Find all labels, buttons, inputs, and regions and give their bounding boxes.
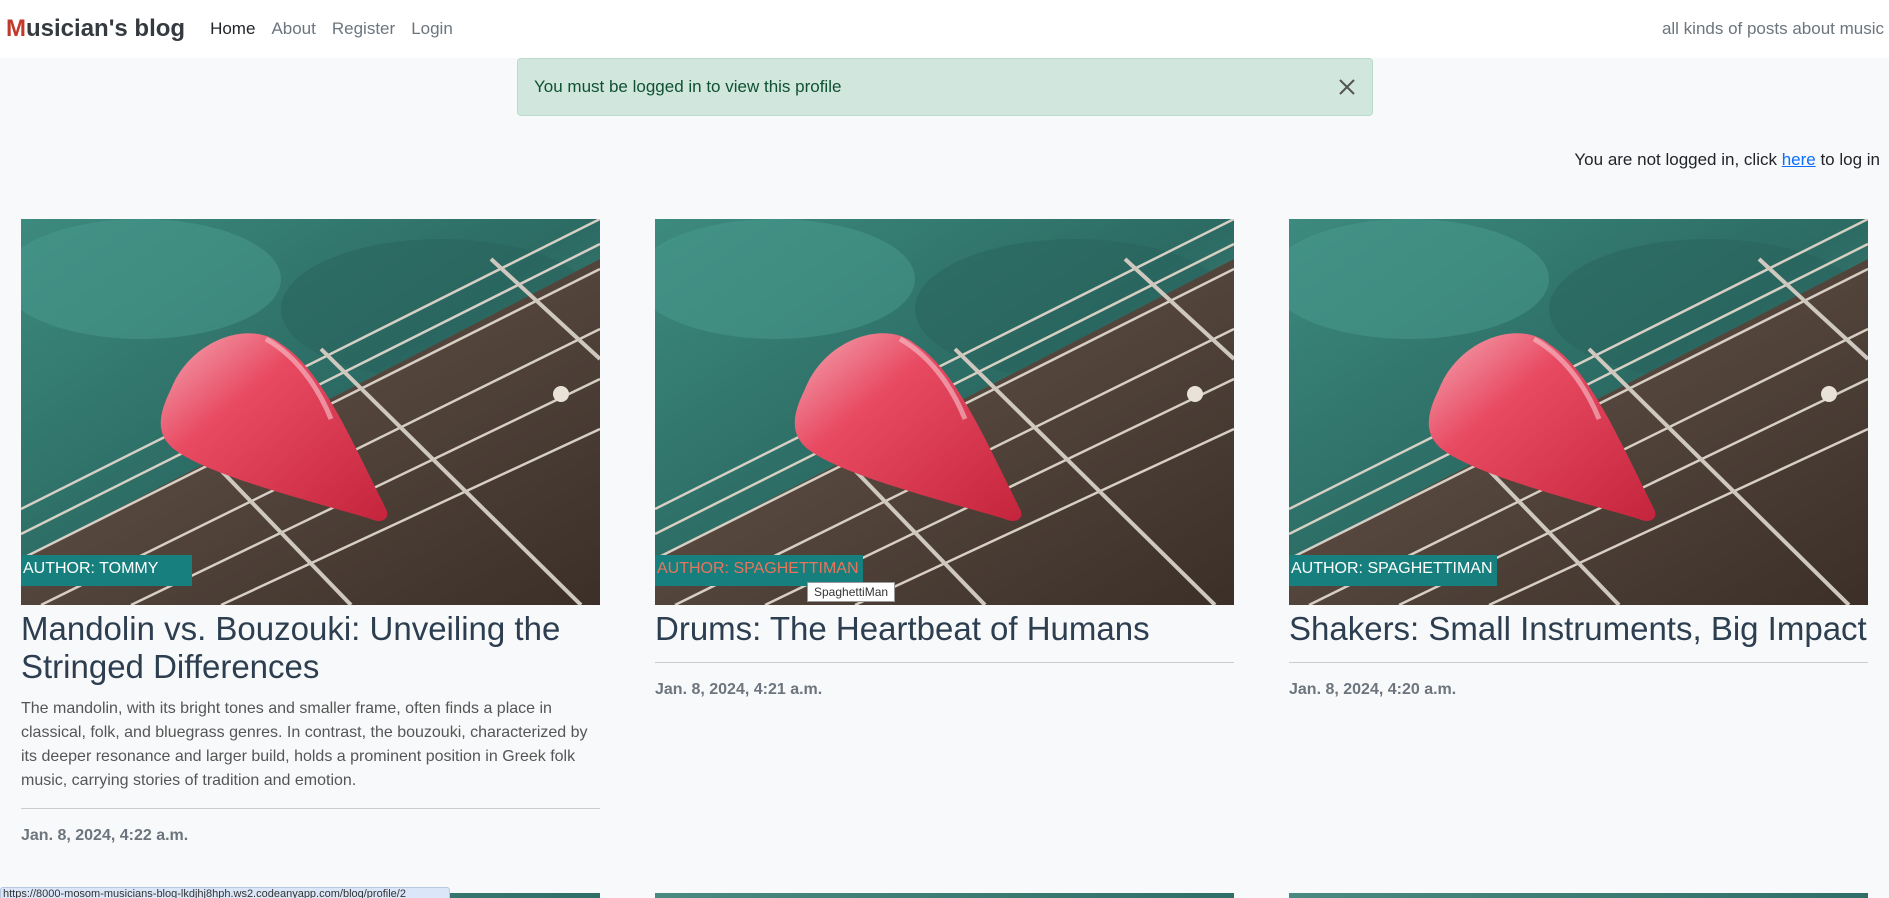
brand-logo[interactable]: Musician's blog (6, 15, 185, 43)
login-status: You are not logged in, click here to log… (1574, 150, 1880, 170)
nav-about[interactable]: About (271, 19, 315, 39)
brand-name: usician's blog (26, 15, 186, 42)
author-badge[interactable]: Author: Tommy (21, 555, 192, 586)
login-status-prefix: You are not logged in, click (1574, 150, 1782, 169)
nav-login[interactable]: Login (411, 19, 453, 39)
alert-text: You must be logged in to view this profi… (534, 77, 842, 96)
post-date: Jan. 8, 2024, 4:21 a.m. (655, 681, 823, 698)
post-card: Author: Tommy Mandolin vs. Bouzouki: Unv… (21, 219, 600, 845)
post-excerpt: The mandolin, with its bright tones and … (21, 700, 588, 789)
nav-links: Home About Register Login (210, 19, 469, 39)
alert-message: You must be logged in to view this profi… (517, 58, 1373, 116)
divider (21, 808, 600, 809)
site-tagline: all kinds of posts about music (1661, 19, 1884, 38)
nav-register[interactable]: Register (332, 19, 395, 39)
post-image[interactable]: Author: Tommy (21, 219, 600, 605)
brand-first-letter: M (6, 15, 26, 42)
login-status-suffix: to log in (1815, 150, 1880, 169)
status-bar-url: https://8000-mosom-musicians-blog-lkdjhj… (0, 887, 450, 898)
post-card: Author: SpaghettiMan SpaghettiMan Drums:… (655, 219, 1234, 699)
next-post-image[interactable] (655, 893, 1234, 898)
post-title[interactable]: Shakers: Small Instruments, Big Impact (1289, 610, 1868, 648)
post-date: Jan. 8, 2024, 4:20 a.m. (1289, 681, 1457, 698)
close-icon[interactable] (1336, 76, 1358, 98)
author-tooltip: SpaghettiMan (807, 582, 896, 602)
post-image[interactable]: Author: SpaghettiMan (1289, 219, 1868, 605)
login-here-link[interactable]: here (1782, 150, 1816, 169)
divider (1289, 662, 1868, 663)
post-title[interactable]: Drums: The Heartbeat of Humans (655, 610, 1234, 648)
post-image[interactable]: Author: SpaghettiMan SpaghettiMan (655, 219, 1234, 605)
guitar-pick-image (1289, 219, 1868, 605)
author-badge[interactable]: Author: SpaghettiMan (1289, 555, 1497, 586)
nav-home[interactable]: Home (210, 19, 255, 39)
guitar-pick-image (21, 219, 600, 605)
divider (655, 662, 1234, 663)
post-title[interactable]: Mandolin vs. Bouzouki: Unveiling the Str… (21, 610, 600, 686)
guitar-pick-image (655, 219, 1234, 605)
post-card: Author: SpaghettiMan Shakers: Small Inst… (1289, 219, 1868, 699)
next-post-image[interactable] (1289, 893, 1868, 898)
post-date: Jan. 8, 2024, 4:22 a.m. (21, 827, 189, 844)
navbar: Musician's blog Home About Register Logi… (0, 0, 1889, 58)
